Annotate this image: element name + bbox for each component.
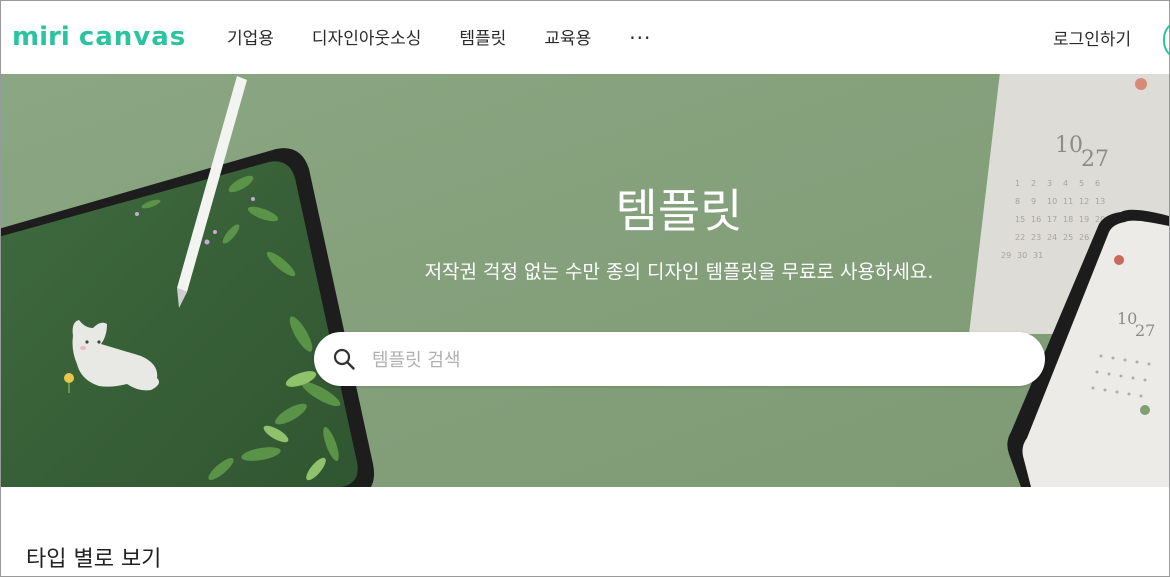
top-header: miri canvas 기업용 디자인아웃소싱 템플릿 교육용 ··· 로그인하… bbox=[1, 1, 1169, 74]
template-search-bar[interactable] bbox=[314, 332, 1045, 386]
hero-banner: 10 27 123456 8 9 10 11 12 13 15 16 17 18 19 20 22 2… bbox=[1, 74, 1169, 487]
search-icon[interactable] bbox=[332, 347, 356, 371]
signup-button[interactable] bbox=[1163, 19, 1169, 61]
nav-item-business[interactable]: 기업용 bbox=[227, 27, 274, 51]
nav-item-design-outsourcing[interactable]: 디자인아웃소싱 bbox=[312, 27, 421, 51]
logo-miri: miri bbox=[12, 22, 70, 52]
hero-subtitle: 저작권 걱정 없는 수만 종의 디자인 템플릿을 무료로 사용하세요. bbox=[424, 261, 934, 283]
miricanvas-logo[interactable]: miri canvas bbox=[12, 19, 186, 55]
page-frame: miri canvas 기업용 디자인아웃소싱 템플릿 교육용 ··· 로그인하… bbox=[0, 0, 1170, 577]
nav-item-education[interactable]: 교육용 bbox=[544, 27, 591, 51]
hero-title: 템플릿 bbox=[615, 184, 743, 238]
login-button[interactable]: 로그인하기 bbox=[1053, 28, 1131, 52]
svg-text:27: 27 bbox=[1081, 147, 1109, 172]
more-dots-icon[interactable]: ··· bbox=[629, 27, 651, 51]
nav-item-templates[interactable]: 템플릿 bbox=[459, 27, 506, 51]
calendar-date-text: 10 bbox=[1055, 133, 1083, 158]
svg-text:27: 27 bbox=[1135, 321, 1155, 340]
logo-canvas: canvas bbox=[78, 22, 187, 52]
search-input[interactable] bbox=[370, 342, 1014, 378]
section-title-by-type: 타입 별로 보기 bbox=[26, 547, 162, 572]
main-nav: 기업용 디자인아웃소싱 템플릿 교육용 ··· bbox=[227, 27, 651, 51]
